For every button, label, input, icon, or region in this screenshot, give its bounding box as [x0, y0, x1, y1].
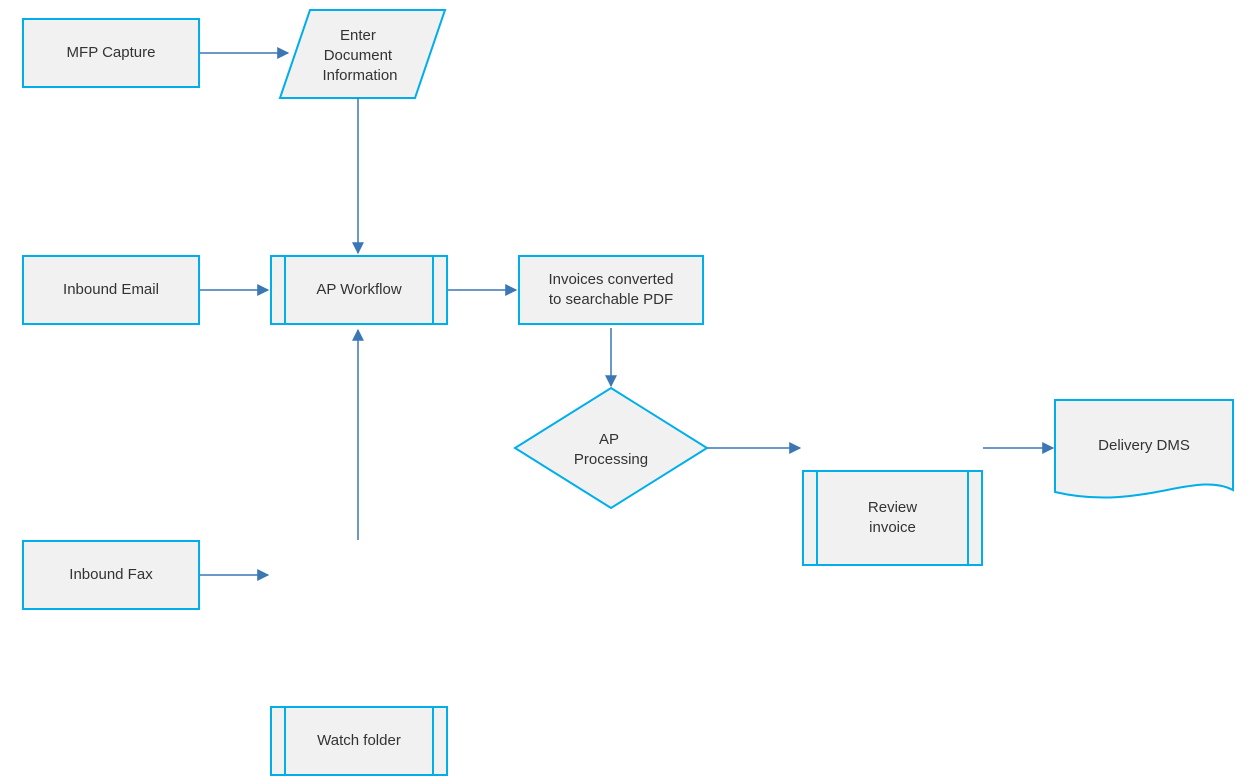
label-invoices-pdf: Invoices converted to searchable PDF — [548, 270, 673, 311]
label-inbound-fax: Inbound Fax — [69, 565, 152, 585]
label-watch-folder: Watch folder — [317, 731, 401, 751]
label-ap-processing: AP Processing — [574, 431, 648, 468]
node-mfp-capture: MFP Capture — [22, 18, 200, 88]
node-watch-folder: Watch folder — [270, 706, 448, 776]
node-inbound-fax: Inbound Fax — [22, 540, 200, 610]
label-mfp-capture: MFP Capture — [67, 43, 156, 63]
label-ap-workflow: AP Workflow — [316, 280, 401, 300]
node-delivery-dms-shape — [1055, 400, 1233, 498]
label-enter-doc-info: Enter Document Information — [322, 27, 397, 84]
node-ap-workflow: AP Workflow — [270, 255, 448, 325]
node-inbound-email: Inbound Email — [22, 255, 200, 325]
label-review-invoice: Review invoice — [868, 498, 917, 539]
node-invoices-pdf: Invoices converted to searchable PDF — [518, 255, 704, 325]
node-enter-doc-info-shape — [280, 10, 445, 98]
flowchart-canvas: Enter Document Information AP Processing… — [0, 0, 1254, 647]
node-review-invoice: Review invoice — [802, 470, 983, 566]
label-inbound-email: Inbound Email — [63, 280, 159, 300]
label-delivery-dms: Delivery DMS — [1098, 437, 1190, 454]
node-ap-processing-shape — [515, 388, 707, 508]
